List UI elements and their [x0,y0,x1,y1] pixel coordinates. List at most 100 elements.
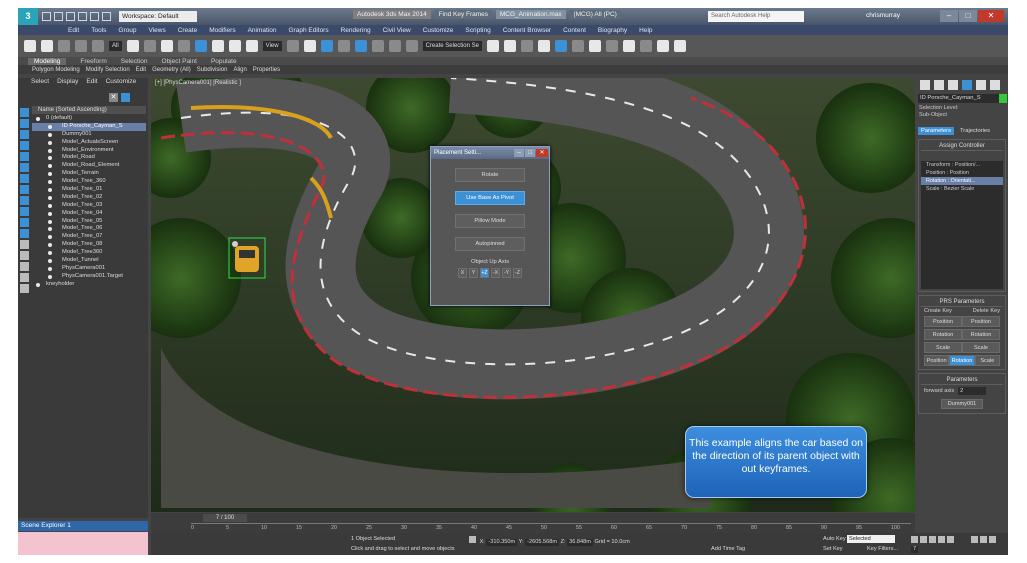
ribbon-panel-modify-selection[interactable]: Modify Selection [86,67,130,73]
ribbon-tab-freeform[interactable]: Freeform [80,58,106,65]
rollout-title[interactable]: Parameters [921,376,1003,385]
auto-key-button[interactable]: Auto Key [823,536,846,542]
delete-scale-key-button[interactable]: Scale [962,342,1000,353]
scale-icon[interactable] [228,40,241,52]
target-object-button[interactable]: Dummy001 [941,399,983,409]
dialog-button-rotate[interactable]: Rotate [455,168,525,182]
rectangular-selection-icon[interactable] [160,40,173,52]
scene-menu-edit[interactable]: Edit [86,78,97,88]
menu-item-views[interactable]: Views [148,27,165,34]
scene-object-item[interactable]: Model_Tunnel [32,257,146,265]
filter-spacewarps-icon[interactable] [20,163,29,172]
prs-mode-scale[interactable]: Scale [974,355,1000,366]
render-setup-icon[interactable] [605,40,618,52]
scene-object-item[interactable]: ID Porsche_Cayman_S [32,122,146,131]
filter-frozen-icon[interactable] [20,218,29,227]
scene-object-item[interactable]: Model_Tree_03 [32,202,146,210]
go-to-end-icon[interactable] [947,536,954,543]
play-icon[interactable] [929,536,936,543]
y-coordinate-field[interactable]: -2605.568m [525,539,560,546]
zoom-icon[interactable] [971,536,978,543]
display-none-icon[interactable] [20,251,29,260]
undo-icon[interactable] [78,12,87,21]
up-axis-button[interactable]: X [458,268,467,278]
app-logo[interactable]: 3 [18,8,38,25]
filter-geometry-icon[interactable] [20,108,29,117]
explorer-options-icon[interactable] [121,92,130,102]
create-tab-icon[interactable] [920,80,930,90]
dialog-close-button[interactable]: ✕ [536,149,548,157]
rendered-frame-window-icon[interactable] [622,40,635,52]
menu-item-create[interactable]: Create [178,27,198,34]
controller-tree-item[interactable]: Rotation : Orientati... [921,177,1003,185]
ribbon-panel-polygon-modeling[interactable]: Polygon Modeling [32,67,80,73]
schematic-view-icon[interactable] [571,40,584,52]
workspace-dropdown[interactable]: Workspace: Default [119,11,197,22]
lock-icon[interactable] [469,536,476,543]
filter-cameras-icon[interactable] [20,141,29,150]
go-to-start-icon[interactable] [911,536,918,543]
maximize-button[interactable]: □ [959,10,977,22]
menu-item-civil-view[interactable]: Civil View [383,27,411,34]
hierarchy-tab-icon[interactable] [948,80,958,90]
scene-object-item[interactable]: Model_Tree_07 [32,233,146,241]
redo-icon[interactable] [90,12,99,21]
controller-tree-item[interactable]: Scale : Bezier Scale [921,185,1003,193]
percent-snap-icon[interactable] [371,40,384,52]
scene-object-item[interactable]: Model_ActualsScreen [32,139,146,147]
add-time-tag[interactable]: Add Time Tag [711,546,745,552]
menu-item-biography[interactable]: Biography [598,27,627,34]
ribbon-panel-properties[interactable]: Properties [253,67,280,73]
filter-groups-icon[interactable] [20,174,29,183]
placement-icon[interactable] [245,40,258,52]
scene-root-layer[interactable]: 0 (default) [32,115,146,123]
menu-item-tools[interactable]: Tools [91,27,106,34]
move-icon[interactable] [194,40,207,52]
sub-object-button[interactable]: Sub-Object [916,112,1008,119]
menu-item-graph-editors[interactable]: Graph Editors [289,27,329,34]
minimize-button[interactable]: – [940,10,958,22]
curve-editor-icon[interactable] [554,40,567,52]
snaps-toggle-icon[interactable] [337,40,350,52]
window-crossing-icon[interactable] [177,40,190,52]
dialog-title-bar[interactable]: Placement Setti... – □ ✕ [431,147,549,159]
menu-item-help[interactable]: Help [639,27,652,34]
create-rotation-key-button[interactable]: Rotation [924,329,962,340]
scene-object-item[interactable]: Model_Tree_01 [32,186,146,194]
set-key-button[interactable]: Set Key [823,546,843,552]
rollout-title[interactable]: PRS Parameters [921,298,1003,307]
delete-rotation-key-button[interactable]: Rotation [962,329,1000,340]
render-shot-icon[interactable] [673,40,686,52]
named-selection-dropdown[interactable]: Create Selection Se [422,41,482,51]
scene-object-item[interactable]: kneyholder [32,281,146,289]
pivot-center-icon[interactable] [286,40,299,52]
previous-frame-icon[interactable] [920,536,927,543]
maxscript-listener[interactable] [18,532,148,555]
undo-icon[interactable] [24,40,36,52]
menu-item-customize[interactable]: Customize [423,27,454,34]
menu-item-modifiers[interactable]: Modifiers [209,27,235,34]
delete-position-key-button[interactable]: Position [962,316,1000,327]
key-mode-dropdown[interactable]: Selected [847,535,895,543]
dialog-maximize-button[interactable]: □ [525,149,535,157]
bind-space-warp-icon[interactable] [92,40,104,52]
scene-object-item[interactable]: PhysCamera001.Target [32,273,146,281]
new-file-icon[interactable] [42,12,51,21]
scene-menu-customize[interactable]: Customize [106,78,137,88]
up-axis-button[interactable]: -X [491,268,500,278]
project-folder-icon[interactable] [102,12,111,21]
up-axis-button[interactable]: -Z [513,268,522,278]
redo-icon[interactable] [41,40,53,52]
edit-named-selection-icon[interactable] [405,40,418,52]
filter-xrefs-icon[interactable] [20,185,29,194]
create-scale-key-button[interactable]: Scale [924,342,962,353]
save-file-icon[interactable] [66,12,75,21]
orbit-icon[interactable] [980,536,987,543]
ribbon-tab-modeling[interactable]: Modeling [28,57,67,65]
dialog-button-autopinned[interactable]: Autopinned [455,237,525,251]
scene-object-item[interactable]: Model_Road [32,154,146,162]
ribbon-panel-subdivision[interactable]: Subdivision [197,67,228,73]
layer-explorer-icon[interactable] [520,40,533,52]
close-icon[interactable]: ✕ [109,92,118,102]
prs-mode-position[interactable]: Position [924,355,950,366]
